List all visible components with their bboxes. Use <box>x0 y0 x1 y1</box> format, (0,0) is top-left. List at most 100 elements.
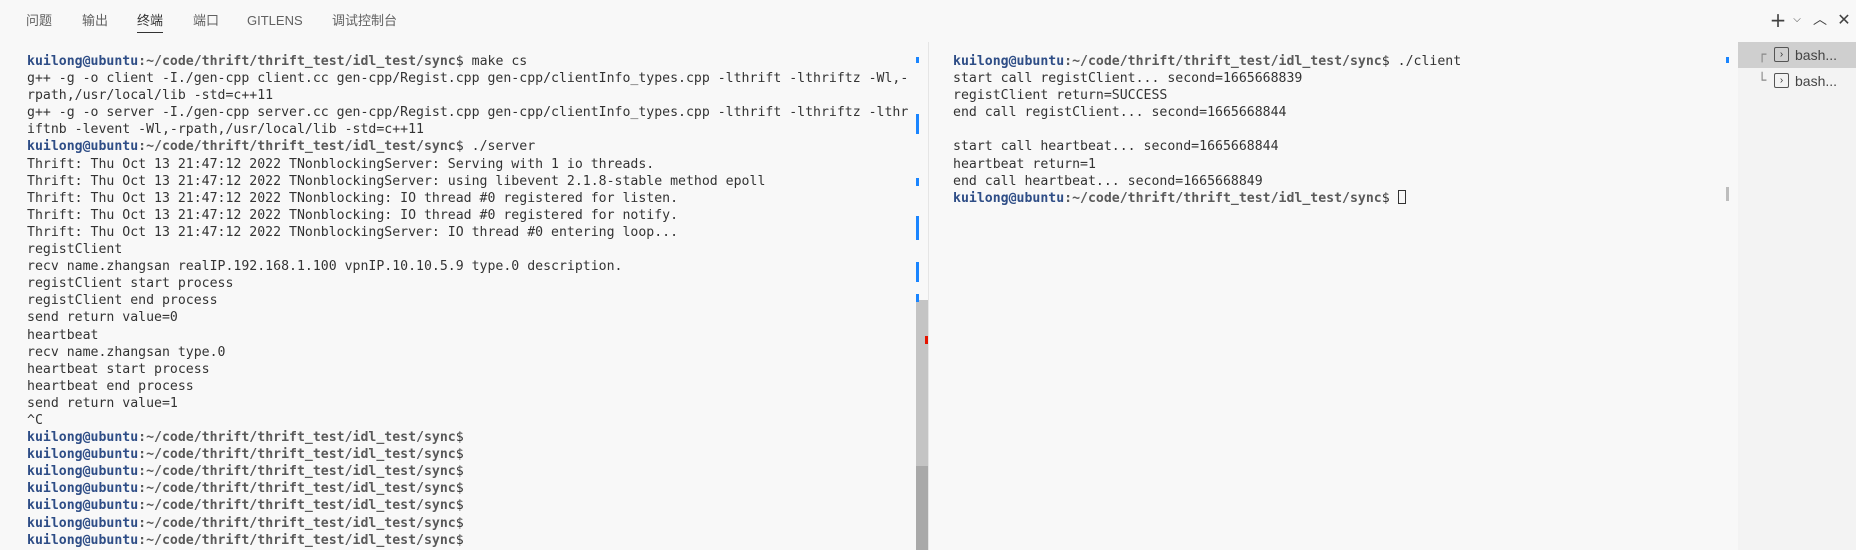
plus-icon[interactable]: + <box>1768 8 1788 32</box>
prompt-user: kuilong@ubuntu <box>27 139 139 155</box>
output-text: heartbeat <box>27 327 99 343</box>
right-scrollbar-thumb[interactable] <box>1726 187 1729 201</box>
prompt-user: kuilong@ubuntu <box>27 54 139 69</box>
terminal-list: ┌ › bash... └ › bash... <box>1738 42 1856 550</box>
prompt-symbol: $ <box>455 430 464 446</box>
prompt-user: kuilong@ubuntu <box>27 515 139 531</box>
terminal-line: registClient start process <box>27 275 915 292</box>
prompt-symbol: $ <box>455 498 464 514</box>
terminal-line: kuilong@ubuntu:~/code/thrift/thrift_test… <box>27 480 915 497</box>
terminal-line: heartbeat start process <box>27 361 915 378</box>
left-scrollbar-thumb-active[interactable] <box>916 466 928 550</box>
terminal-list-item[interactable]: └ › bash... <box>1738 68 1856 94</box>
terminal-line: end call registClient... second=16656688… <box>953 104 1723 121</box>
tab-gitlens[interactable]: GITLENS <box>247 12 303 32</box>
terminal-line: kuilong@ubuntu:~/code/thrift/thrift_test… <box>27 463 915 480</box>
tab-ports[interactable]: 端口 <box>193 12 219 32</box>
terminal-list-item[interactable]: ┌ › bash... <box>1738 42 1856 68</box>
output-text: registClient end process <box>27 293 218 309</box>
scroll-marker <box>916 262 919 282</box>
terminal-line: kuilong@ubuntu:~/code/thrift/thrift_test… <box>953 53 1723 70</box>
terminal-line: heartbeat end process <box>27 378 915 395</box>
prompt-path: :~/code/thrift/thrift_test/idl_test/sync <box>138 430 456 446</box>
terminal-line: kuilong@ubuntu:~/code/thrift/thrift_test… <box>27 446 915 463</box>
prompt-path: :~/code/thrift/thrift_test/idl_test/sync <box>138 464 456 480</box>
terminal-line: registClient return=SUCCESS <box>953 87 1723 104</box>
terminal-line: registClient <box>27 241 915 258</box>
terminal-line: kuilong@ubuntu:~/code/thrift/thrift_test… <box>27 53 915 70</box>
chevron-down-icon[interactable]: ⌵ <box>1790 8 1804 32</box>
terminal-line: send return value=0 <box>27 309 915 326</box>
output-text: heartbeat end process <box>27 378 194 394</box>
terminal-icon: › <box>1774 73 1789 88</box>
output-text: end call registClient... second=16656688… <box>953 105 1287 121</box>
output-text: recv name.zhangsan type.0 <box>27 344 226 360</box>
tab-problems[interactable]: 问题 <box>26 12 52 32</box>
close-icon[interactable]: ✕ <box>1834 8 1854 32</box>
terminal-split-divider[interactable] <box>928 42 929 550</box>
terminal-line: heartbeat return=1 <box>953 156 1723 173</box>
output-text: Thrift: Thu Oct 13 21:47:12 2022 TNonblo… <box>27 207 679 223</box>
right-terminal[interactable]: kuilong@ubuntu :~/code/thrift/thrift_test… <box>953 53 1723 207</box>
terminal-line: kuilong@ubuntu:~/code/thrift/thrift_test… <box>27 497 915 514</box>
terminal-line: end call heartbeat... second=1665668849 <box>953 173 1723 190</box>
prompt-user: kuilong@ubuntu <box>953 54 1065 69</box>
output-text: rpath,/usr/local/lib -std=c++11 <box>27 88 274 104</box>
terminal-cursor <box>1397 189 1406 204</box>
terminal-line: Thrift: Thu Oct 13 21:47:12 2022 TNonblo… <box>27 190 915 207</box>
prompt-symbol: $ <box>1381 190 1390 206</box>
output-text: g++ -g -o client -I./gen-cpp client.cc g… <box>27 71 909 87</box>
terminal-line: kuilong@ubuntu:~/code/thrift/thrift_test… <box>27 532 915 549</box>
terminal-line: recv name.zhangsan type.0 <box>27 344 915 361</box>
tab-terminal[interactable]: 终端 <box>137 12 164 33</box>
scroll-marker <box>916 114 919 134</box>
terminal-line: g++ -g -o server -I./gen-cpp server.cc g… <box>27 104 915 121</box>
terminal-line: g++ -g -o client -I./gen-cpp client.cc g… <box>27 70 915 87</box>
command-text: ./server <box>463 139 536 155</box>
prompt-path: :~/code/thrift/thrift_test/idl_test/sync <box>138 515 456 531</box>
command-text: make cs <box>463 54 528 69</box>
left-scrollbar-thumb[interactable] <box>916 300 928 466</box>
prompt-user: kuilong@ubuntu <box>27 532 139 548</box>
prompt-path: :~/code/thrift/thrift_test/idl_test/sync <box>138 532 456 548</box>
prompt-user: kuilong@ubuntu <box>27 447 139 463</box>
prompt-user: kuilong@ubuntu <box>27 430 139 446</box>
scroll-marker <box>1726 57 1729 63</box>
chevron-up-icon[interactable]: ︿ <box>1810 8 1830 32</box>
prompt-symbol: $ <box>455 515 464 531</box>
scroll-marker <box>916 57 919 63</box>
output-text: iftnb -levent -Wl,-rpath,/usr/local/lib … <box>27 122 424 138</box>
output-text: registClient <box>27 242 123 258</box>
terminal-line: recv name.zhangsan realIP.192.168.1.100 … <box>27 258 915 275</box>
output-text: ^C <box>27 412 43 428</box>
output-text: send return value=1 <box>27 395 178 411</box>
prompt-path: :~/code/thrift/thrift_test/idl_test/sync <box>138 447 456 463</box>
terminal-line: start call registClient... second=166566… <box>953 70 1723 87</box>
tab-output[interactable]: 输出 <box>82 12 108 32</box>
tree-connector: ┌ <box>1758 47 1767 63</box>
prompt-symbol: $ <box>455 139 464 155</box>
output-text: g++ -g -o server -I./gen-cpp server.cc g… <box>27 105 909 121</box>
prompt-symbol: $ <box>455 532 464 548</box>
output-text: Thrift: Thu Oct 13 21:47:12 2022 TNonblo… <box>27 190 679 206</box>
prompt-symbol: $ <box>1381 54 1390 69</box>
terminal-line: registClient end process <box>27 292 915 309</box>
terminal-line: Thrift: Thu Oct 13 21:47:12 2022 TNonblo… <box>27 207 915 224</box>
output-text: Thrift: Thu Oct 13 21:47:12 2022 TNonblo… <box>27 224 679 240</box>
prompt-path: :~/code/thrift/thrift_test/idl_test/sync <box>1064 190 1382 206</box>
left-terminal[interactable]: kuilong@ubuntu:~/code/thrift/thrift_test… <box>27 53 915 549</box>
scroll-marker <box>916 178 919 186</box>
prompt-symbol: $ <box>455 481 464 497</box>
output-text: Thrift: Thu Oct 13 21:47:12 2022 TNonblo… <box>27 173 766 189</box>
output-text: recv name.zhangsan realIP.192.168.1.100 … <box>27 259 623 275</box>
terminal-list-label: bash... <box>1795 47 1838 63</box>
prompt-symbol: $ <box>455 447 464 463</box>
output-text: heartbeat start process <box>27 361 210 377</box>
prompt-user: kuilong@ubuntu <box>27 481 139 497</box>
terminal-line: kuilong@ubuntu:~/code/thrift/thrift_test… <box>27 429 915 446</box>
tab-debug-console[interactable]: 调试控制台 <box>332 12 397 32</box>
output-text: start call registClient... second=166566… <box>953 71 1303 87</box>
terminal-line: Thrift: Thu Oct 13 21:47:12 2022 TNonblo… <box>27 173 915 190</box>
output-text: heartbeat return=1 <box>953 156 1096 172</box>
